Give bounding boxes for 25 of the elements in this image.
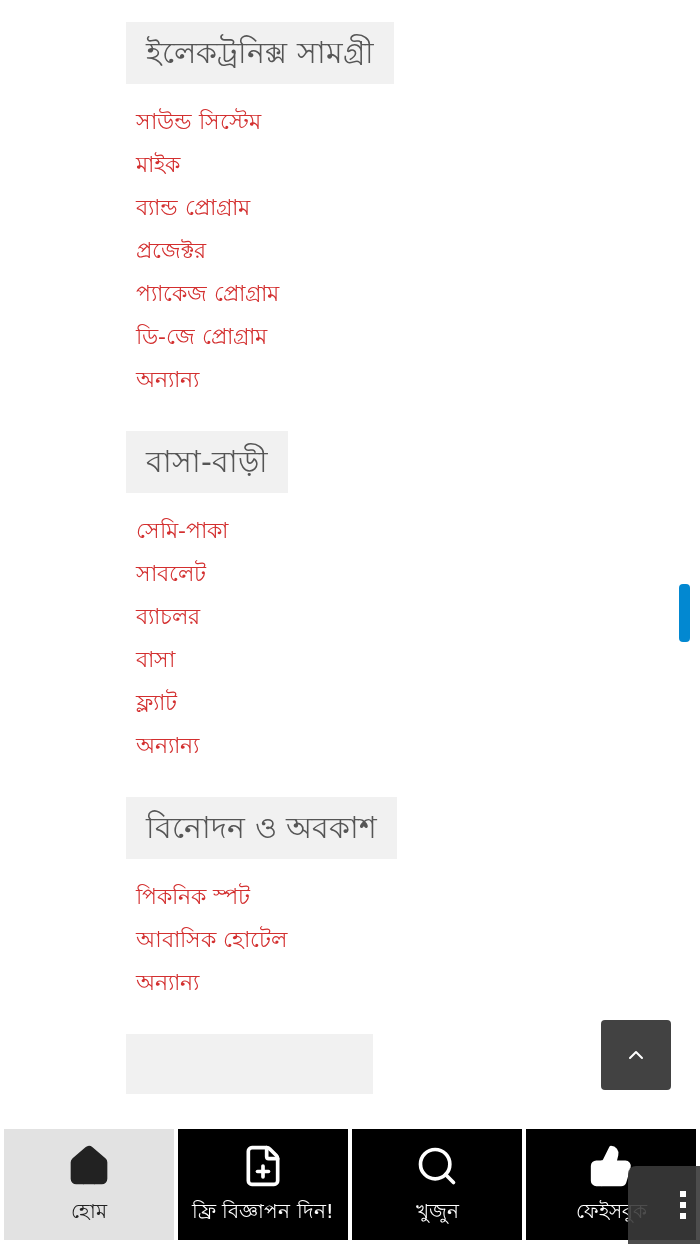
- category-link[interactable]: ফ্ল্যাট: [136, 681, 177, 724]
- category-link[interactable]: ডি-জে প্রোগ্রাম: [136, 315, 267, 358]
- more-icon: [680, 1191, 686, 1219]
- thumbs-up-icon: [589, 1143, 633, 1188]
- category-link[interactable]: সাবলেট: [136, 552, 206, 595]
- category-link[interactable]: ব্যান্ড প্রোগ্রাম: [136, 186, 250, 229]
- scroll-indicator: [679, 584, 690, 642]
- category-link[interactable]: আবাসিক হোটেল: [136, 918, 287, 961]
- category-link[interactable]: পিকনিক স্পট: [136, 875, 250, 918]
- category-link[interactable]: ব্যাচলর: [136, 595, 200, 638]
- nav-tab[interactable]: ফ্রি বিজ্ঞাপন দিন!: [178, 1129, 348, 1240]
- category-link[interactable]: প্রজেক্টর: [136, 229, 206, 272]
- nav-tab[interactable]: হোম: [4, 1129, 174, 1240]
- category-link[interactable]: অন্যান্য: [136, 724, 199, 767]
- category-link[interactable]: অন্যান্য: [136, 358, 199, 401]
- category-link[interactable]: প্যাকেজ প্রোগ্রাম: [136, 272, 279, 315]
- category-link[interactable]: অন্যান্য: [136, 961, 199, 1004]
- category-heading: বাসা-বাড়ী: [126, 431, 288, 493]
- category-heading: বিনোদন ও অবকাশ: [126, 797, 398, 859]
- category-link[interactable]: সেমি-পাকা: [136, 509, 228, 552]
- category-link[interactable]: মাইক: [136, 143, 180, 186]
- category-heading: ইলেকট্রনিক্স সামগ্রী: [126, 22, 394, 84]
- nav-tab[interactable]: খুজুন: [352, 1129, 522, 1240]
- category-link[interactable]: বাসা: [136, 638, 175, 681]
- category-link[interactable]: সাউন্ড সিস্টেম: [136, 100, 261, 143]
